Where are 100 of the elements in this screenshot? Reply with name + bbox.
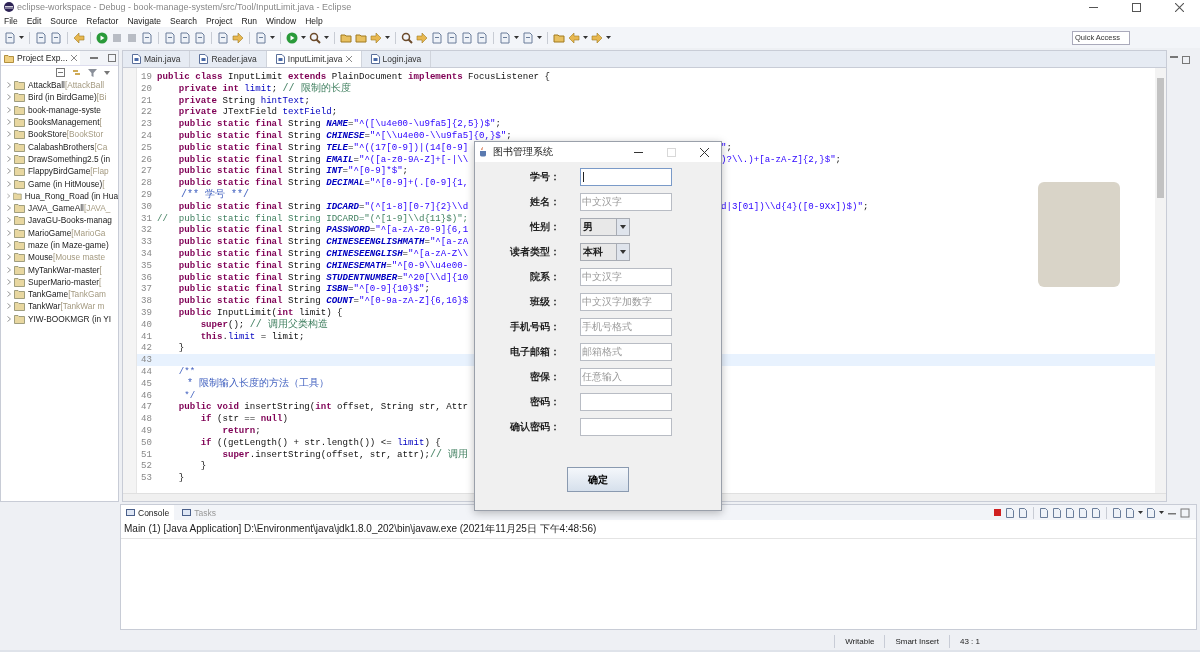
menu-item[interactable]: File bbox=[4, 15, 18, 26]
project-name[interactable]: Game (in HitMouse)[ bbox=[28, 178, 105, 189]
project-name[interactable]: JavaGU-Books-manag bbox=[28, 215, 112, 226]
document-icon[interactable] bbox=[217, 31, 229, 44]
document-icon[interactable] bbox=[1125, 507, 1135, 518]
stop-icon[interactable] bbox=[993, 508, 1002, 517]
folder-icon[interactable] bbox=[553, 31, 565, 44]
document-icon[interactable] bbox=[522, 31, 534, 44]
document-icon[interactable] bbox=[141, 31, 153, 44]
file-tab[interactable]: Main.java bbox=[123, 51, 191, 67]
caret-icon[interactable] bbox=[537, 36, 542, 39]
document-icon[interactable] bbox=[1065, 507, 1075, 518]
text-field[interactable]: 中文汉字 bbox=[580, 267, 672, 286]
file-tab[interactable]: InputLimit.java bbox=[266, 51, 362, 67]
menu-item[interactable]: Edit bbox=[26, 15, 42, 26]
link-icon[interactable] bbox=[72, 68, 81, 77]
caret-icon[interactable] bbox=[385, 36, 390, 39]
document-icon[interactable] bbox=[4, 31, 16, 44]
play-icon[interactable] bbox=[286, 31, 298, 44]
close-icon[interactable] bbox=[700, 147, 709, 157]
search-icon[interactable] bbox=[309, 31, 321, 44]
caret-icon[interactable] bbox=[270, 36, 275, 39]
document-icon[interactable] bbox=[1018, 507, 1028, 518]
view-tab[interactable]: Project Exp... bbox=[1, 51, 80, 65]
document-icon[interactable] bbox=[1078, 507, 1088, 518]
collapse-all-icon[interactable] bbox=[56, 68, 65, 77]
project-name[interactable]: book-manage-syste bbox=[28, 104, 101, 115]
document-icon[interactable] bbox=[431, 31, 443, 44]
text-field[interactable]: 中文汉字 bbox=[580, 192, 672, 211]
menu-item[interactable]: Help bbox=[305, 15, 323, 26]
document-icon[interactable] bbox=[499, 31, 511, 44]
arrow-left-icon[interactable] bbox=[73, 31, 85, 44]
text-field[interactable] bbox=[580, 417, 672, 436]
menu-item[interactable]: Search bbox=[170, 15, 197, 26]
document-icon[interactable] bbox=[446, 31, 458, 44]
document-icon[interactable] bbox=[1091, 507, 1101, 518]
scrollbar[interactable] bbox=[1155, 68, 1166, 493]
project-name[interactable]: Hua_Rong_Road (in Hua bbox=[24, 190, 118, 201]
document-icon[interactable] bbox=[194, 31, 206, 44]
text-field[interactable] bbox=[580, 167, 672, 186]
view-tab[interactable]: Console bbox=[121, 505, 175, 520]
project-name[interactable]: BookStore[BookStor bbox=[28, 129, 104, 140]
project-name[interactable]: Bird (in BirdGame)[Bi bbox=[28, 92, 107, 103]
document-icon[interactable] bbox=[50, 31, 62, 44]
maximize-icon[interactable] bbox=[1182, 56, 1190, 64]
close-icon[interactable] bbox=[1175, 2, 1184, 12]
project-name[interactable]: CalabashBrothers[Ca bbox=[28, 141, 108, 152]
caret-icon[interactable] bbox=[19, 36, 24, 39]
document-icon[interactable] bbox=[461, 31, 473, 44]
confirm-button[interactable]: 确定 bbox=[567, 467, 629, 492]
text-field[interactable]: 邮箱格式 bbox=[580, 342, 672, 361]
arrow-right-icon[interactable] bbox=[232, 31, 244, 44]
scroll-thumb[interactable] bbox=[1157, 78, 1164, 198]
document-icon[interactable] bbox=[164, 31, 176, 44]
caret-icon[interactable] bbox=[1159, 511, 1164, 514]
text-field[interactable] bbox=[580, 392, 672, 411]
file-tab[interactable]: Login.java bbox=[361, 51, 432, 67]
caret-icon[interactable] bbox=[301, 36, 306, 39]
document-icon[interactable] bbox=[35, 31, 47, 44]
caret-icon[interactable] bbox=[606, 36, 611, 39]
project-name[interactable]: DrawSomething2.5 (in bbox=[28, 153, 111, 164]
dropdown[interactable]: 男 bbox=[580, 217, 630, 236]
project-name[interactable]: MarioGame[MarioGa bbox=[28, 227, 106, 238]
project-name[interactable]: JAVA_GameAll[JAVA_ bbox=[28, 203, 111, 214]
project-name[interactable]: TankWar[TankWar m bbox=[28, 301, 105, 312]
text-field[interactable]: 手机号格式 bbox=[580, 317, 672, 336]
document-icon[interactable] bbox=[1112, 507, 1122, 518]
menu-item[interactable]: Run bbox=[241, 15, 257, 26]
document-icon[interactable] bbox=[179, 31, 191, 44]
menu-item[interactable]: Project bbox=[205, 15, 233, 26]
project-name[interactable]: TankGame[TankGam bbox=[28, 289, 106, 300]
file-tab[interactable]: Reader.java bbox=[190, 51, 267, 67]
maximize-icon[interactable] bbox=[1132, 2, 1141, 12]
search-icon[interactable] bbox=[401, 31, 413, 44]
folder-icon[interactable] bbox=[355, 31, 367, 44]
filter-icon[interactable] bbox=[88, 68, 97, 77]
caret-icon[interactable] bbox=[324, 36, 329, 39]
maximize-icon[interactable] bbox=[107, 54, 116, 62]
document-icon[interactable] bbox=[1052, 507, 1062, 518]
project-name[interactable]: SuperMario-master[ bbox=[28, 276, 102, 287]
menu-item[interactable]: Window bbox=[266, 15, 297, 26]
project-name[interactable]: FlappyBirdGame[Flap bbox=[28, 166, 109, 177]
document-icon[interactable] bbox=[1039, 507, 1049, 518]
caret-icon[interactable] bbox=[1138, 511, 1143, 514]
project-name[interactable]: maze (in Maze-game) bbox=[28, 240, 109, 250]
folder-icon[interactable] bbox=[340, 31, 352, 44]
play-icon[interactable] bbox=[96, 31, 108, 44]
menu-item[interactable]: Navigate bbox=[127, 15, 161, 26]
project-name[interactable]: BooksManagement[ bbox=[28, 117, 102, 128]
project-name[interactable]: YIW-BOOKMGR (in YI bbox=[28, 313, 112, 324]
project-name[interactable]: AttackBall[AttackBall bbox=[28, 80, 105, 91]
text-field[interactable]: 中文汉字加数字 bbox=[580, 292, 672, 311]
document-icon[interactable] bbox=[255, 31, 267, 44]
project-name[interactable]: MyTankWar-master[ bbox=[28, 264, 102, 275]
project-name[interactable]: Mouse[Mouse maste bbox=[28, 252, 105, 263]
caret-icon[interactable] bbox=[514, 36, 519, 39]
dropdown[interactable]: 本科 bbox=[580, 242, 630, 261]
document-icon[interactable] bbox=[1146, 507, 1156, 518]
caret-icon[interactable] bbox=[583, 36, 588, 39]
document-icon[interactable] bbox=[1005, 507, 1015, 518]
